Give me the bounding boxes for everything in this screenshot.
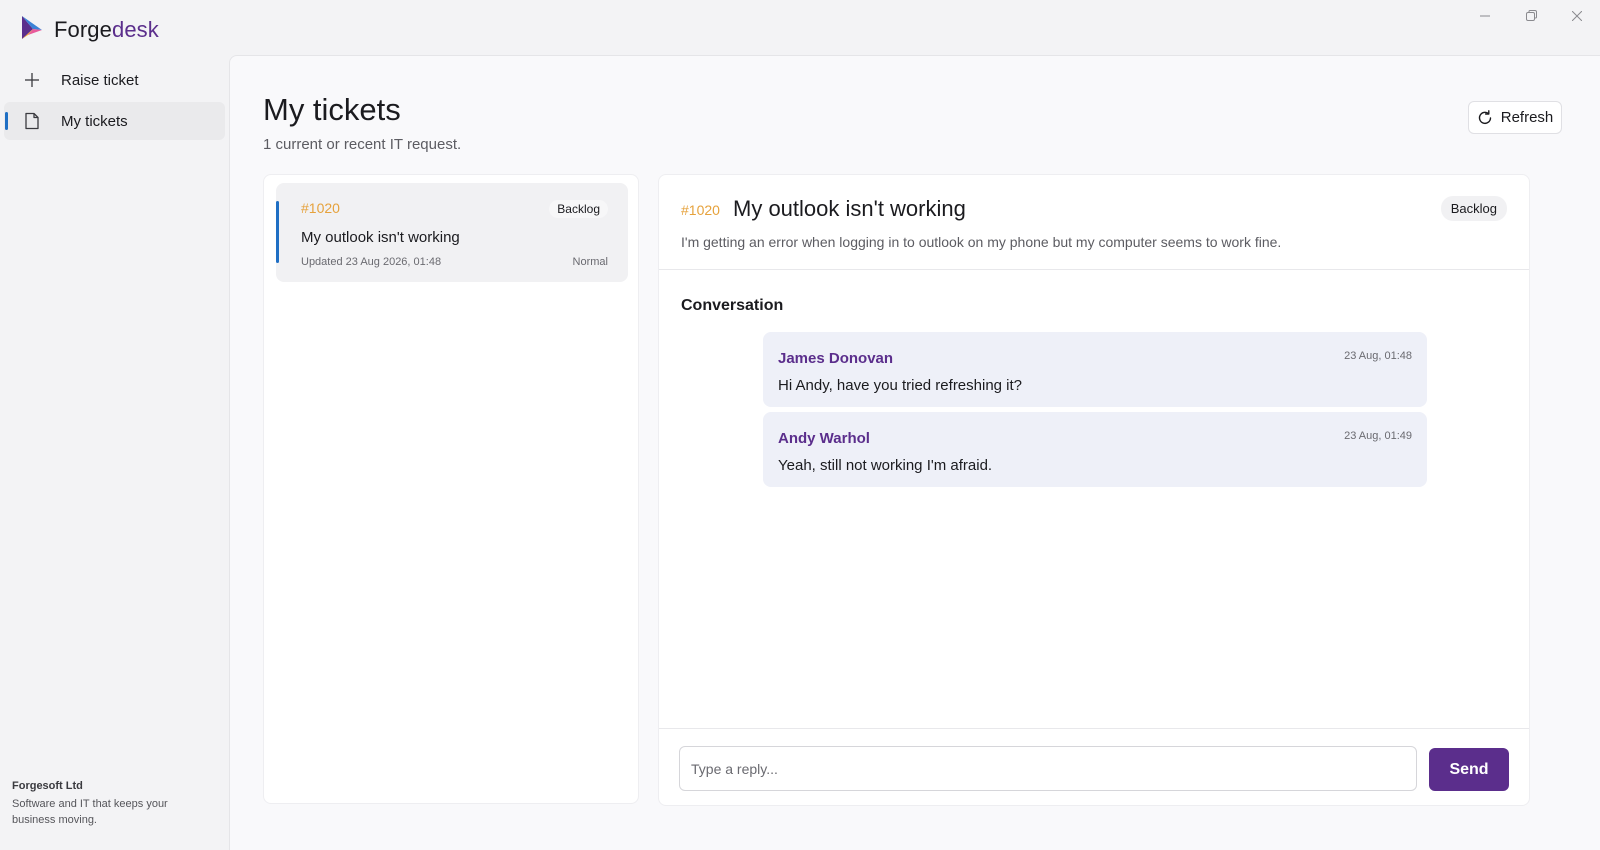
sidebar-item-raise-ticket[interactable]: Raise ticket [4, 61, 225, 99]
title-bar: Forgedesk [0, 0, 1600, 56]
detail-ticket-title: My outlook isn't working [733, 196, 966, 221]
refresh-button-label: Refresh [1500, 109, 1554, 126]
message-author: James Donovan [778, 350, 894, 367]
window-controls [1462, 0, 1600, 34]
ticket-updated: Updated 23 Aug 2026, 01:48 [301, 256, 442, 268]
message-author: Andy Warhol [778, 430, 870, 447]
message-body: Yeah, still not working I'm afraid. [778, 457, 993, 474]
ticket-title: My outlook isn't working [301, 229, 460, 246]
ticket-detail-panel: #1020 My outlook isn't working Backlog I… [658, 174, 1530, 806]
close-icon [1571, 8, 1583, 26]
sidebar-item-my-tickets[interactable]: My tickets [4, 102, 225, 140]
message-time: 23 Aug, 01:48 [1344, 350, 1412, 362]
status-badge: Backlog [549, 200, 608, 218]
company-tagline-line: business moving. [12, 814, 97, 826]
company-name: Forgesoft Ltd [12, 780, 83, 792]
company-tagline-line: Software and IT that keeps your [12, 798, 168, 810]
ticket-list-panel: #1020 Backlog My outlook isn't working U… [263, 174, 639, 804]
brand-part-forge: Forge [54, 17, 112, 42]
refresh-icon [1477, 109, 1493, 126]
message-bubble: Andy Warhol 23 Aug, 01:49 Yeah, still no… [763, 412, 1427, 487]
detail-description: I'm getting an error when logging in to … [681, 234, 1282, 250]
conversation-heading: Conversation [681, 297, 784, 314]
plus-icon [22, 70, 42, 90]
message-bubble: James Donovan 23 Aug, 01:48 Hi Andy, hav… [763, 332, 1427, 407]
brand-part-desk: desk [111, 17, 159, 42]
message-time: 23 Aug, 01:49 [1344, 430, 1412, 442]
message-body: Hi Andy, have you tried refreshing it? [778, 377, 1023, 394]
document-icon [22, 111, 42, 131]
page-subtitle: 1 current or recent IT request. [263, 136, 462, 153]
detail-ticket-id: #1020 [681, 202, 720, 218]
divider [659, 269, 1529, 270]
selected-indicator [276, 201, 279, 263]
company-footer: Forgesoft Ltd Software and IT that keeps… [12, 780, 212, 828]
ticket-id: #1020 [301, 200, 340, 216]
app-brand: Forgedesk [54, 17, 159, 43]
sidebar-item-label: Raise ticket [61, 71, 139, 89]
detail-status-badge: Backlog [1440, 196, 1507, 221]
forgedesk-logo-icon [20, 15, 44, 41]
main-content: My tickets 1 current or recent IT reques… [229, 55, 1600, 850]
page-title: My tickets [263, 92, 401, 127]
ticket-card[interactable]: #1020 Backlog My outlook isn't working U… [276, 183, 628, 282]
minimize-button[interactable] [1462, 0, 1508, 34]
divider [659, 728, 1529, 729]
sidebar: Raise ticket My tickets Forgesoft Ltd So… [0, 56, 229, 850]
close-button[interactable] [1554, 0, 1600, 34]
company-tagline: Software and IT that keeps your business… [12, 796, 212, 828]
refresh-button[interactable]: Refresh [1468, 101, 1562, 134]
restore-icon [1525, 8, 1537, 26]
send-button[interactable]: Send [1429, 748, 1509, 791]
reply-input[interactable] [679, 746, 1417, 791]
minimize-icon [1480, 8, 1490, 26]
sidebar-item-label: My tickets [61, 112, 128, 130]
restore-button[interactable] [1508, 0, 1554, 34]
ticket-priority: Normal [572, 256, 608, 268]
